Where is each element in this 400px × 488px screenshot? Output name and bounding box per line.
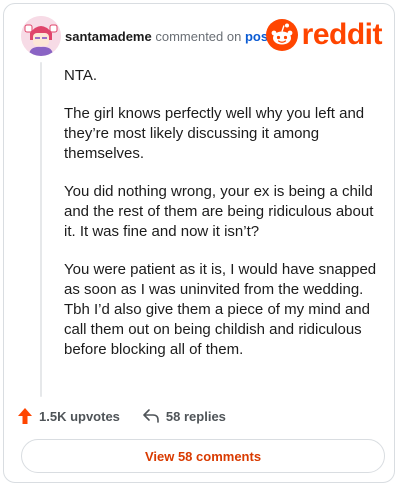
comment-paragraph: NTA.	[64, 67, 98, 84]
brand-wordmark: reddit	[301, 18, 383, 51]
user-avatar[interactable]	[21, 16, 61, 56]
comment-body: NTA. The girl knows perfectly well why y…	[64, 66, 386, 378]
reddit-snoo-icon	[265, 19, 298, 51]
username-link[interactable]: santamademe	[65, 29, 152, 44]
view-comments-button[interactable]: View 58 comments	[21, 439, 385, 473]
comment-paragraph: You were patient as it is, I would have …	[64, 261, 377, 358]
comment-meta: santamademe commented on post	[65, 29, 272, 44]
reply-count: 58 replies	[165, 408, 226, 424]
action-text: commented on	[155, 29, 242, 44]
comment-paragraph: The girl knows perfectly well why you le…	[64, 105, 365, 162]
reddit-logo[interactable]: reddit	[265, 18, 383, 52]
comment-card: santamademe commented on post reddit NTA…	[3, 3, 395, 483]
upvote-button[interactable]: 1.5K upvotes	[17, 407, 120, 425]
comment-header: santamademe commented on post reddit	[21, 16, 383, 58]
comment-footer: 1.5K upvotes 58 replies	[17, 402, 226, 430]
upvote-count: 1.5K upvotes	[39, 408, 120, 424]
upvote-arrow-icon	[18, 408, 32, 424]
reply-arrow-icon	[143, 409, 159, 423]
avatar-illustration	[21, 16, 61, 56]
view-comments-label: View 58 comments	[144, 448, 262, 464]
comment-paragraph: You did nothing wrong, your ex is being …	[64, 183, 374, 240]
thread-line[interactable]	[40, 62, 42, 397]
replies-button[interactable]: 58 replies	[142, 408, 226, 424]
